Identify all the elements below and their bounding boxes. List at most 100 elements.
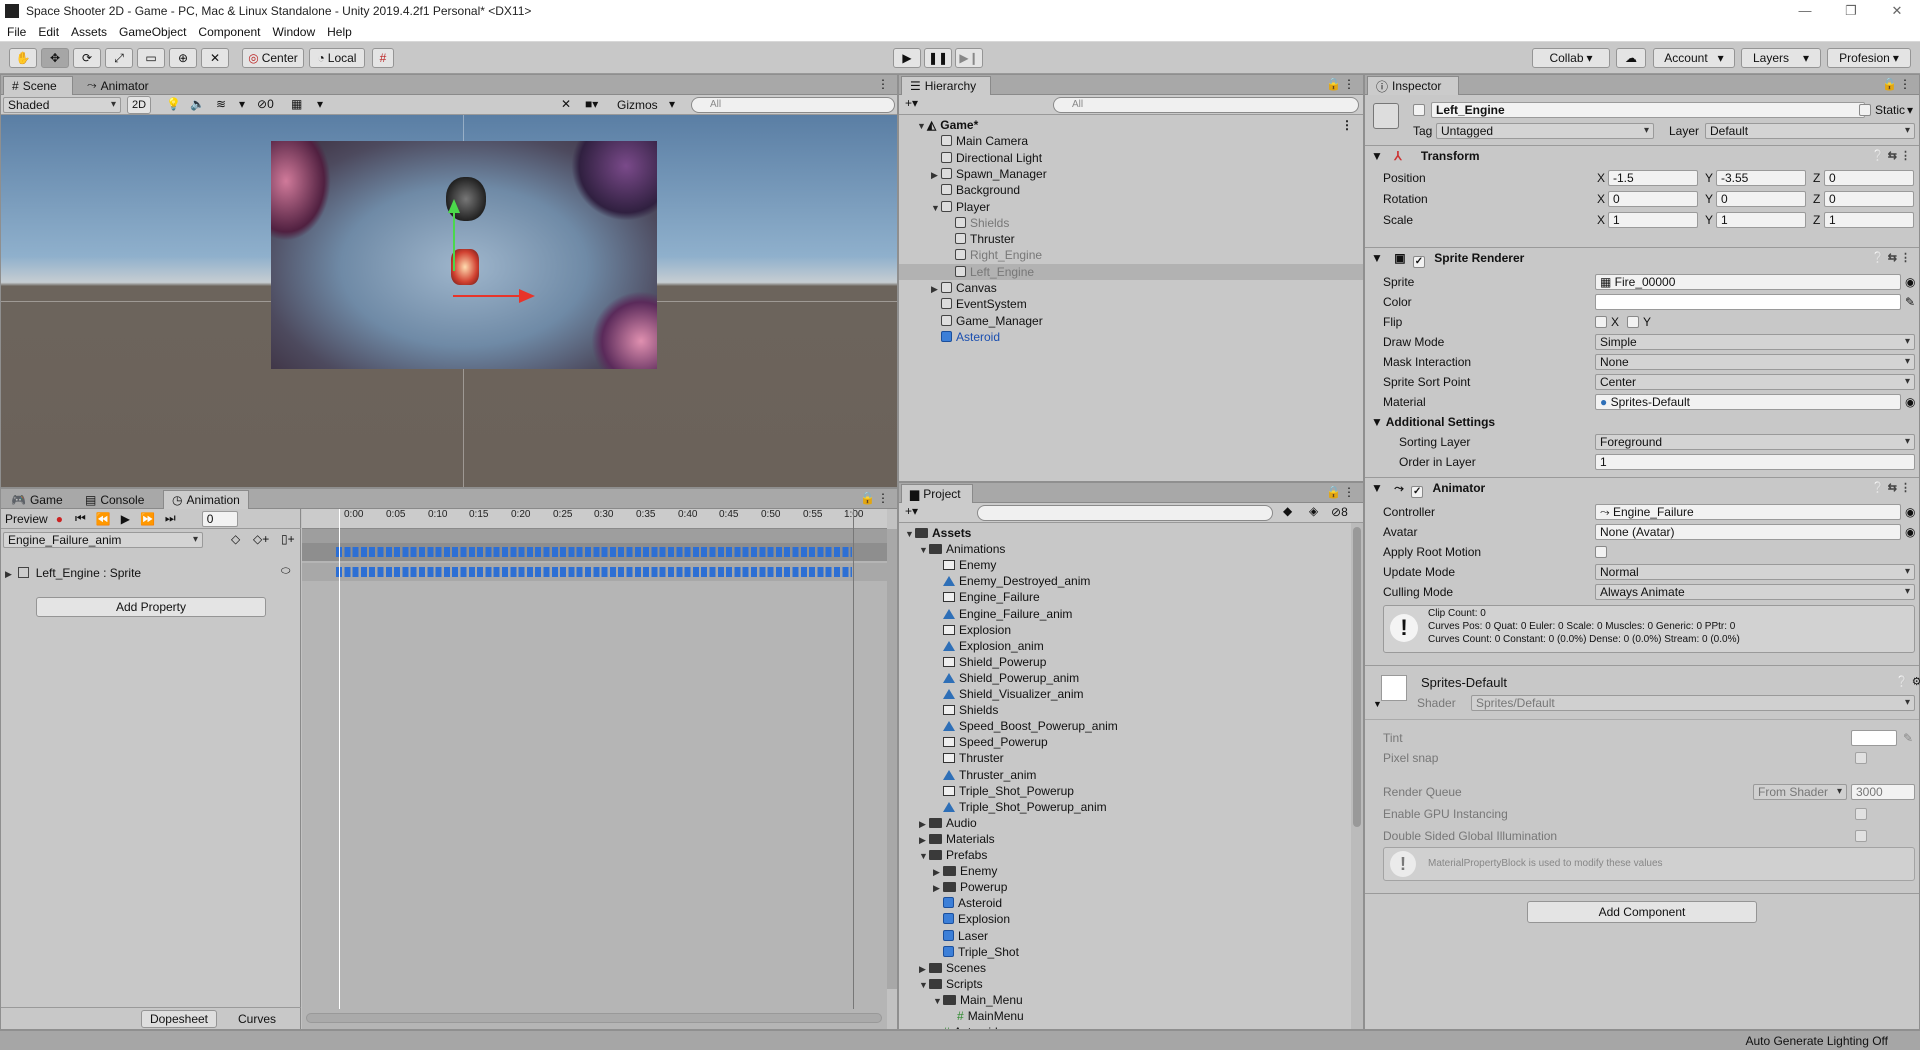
project-item[interactable]: ▶ Scenes: [899, 960, 1351, 976]
panel-menu-icon[interactable]: ⋮: [877, 491, 889, 505]
project-item[interactable]: Enemy_Destroyed_anim: [899, 573, 1351, 589]
hidden-packages-icon[interactable]: ⊘8: [1331, 505, 1348, 519]
hierarchy-item[interactable]: Game_Manager: [899, 313, 1363, 329]
panel-menu-icon[interactable]: ⋮: [1343, 485, 1355, 499]
collab-button[interactable]: Collab ▾: [1532, 48, 1610, 68]
pixel-snap-checkbox[interactable]: [1855, 752, 1867, 764]
eyedropper-icon[interactable]: ✎: [1905, 295, 1915, 309]
add-event-icon[interactable]: ◇+: [253, 532, 269, 546]
menu-help[interactable]: Help: [327, 25, 352, 39]
project-item[interactable]: # MainMenu: [899, 1008, 1351, 1024]
timeline-vertical-scrollbar[interactable]: [887, 529, 897, 989]
hierarchy-search-input[interactable]: All: [1053, 97, 1359, 113]
property-keyframes[interactable]: [336, 567, 852, 577]
hierarchy-item[interactable]: ▶ Spawn_Manager: [899, 166, 1363, 182]
expand-arrow-icon[interactable]: ▼: [919, 542, 929, 558]
expand-arrow-icon[interactable]: ▼: [931, 200, 941, 216]
animator-enabled-checkbox[interactable]: ✓: [1411, 486, 1424, 498]
menu-file[interactable]: File: [7, 25, 26, 39]
lighting-status[interactable]: Auto Generate Lighting Off: [1745, 1034, 1888, 1048]
object-name-field[interactable]: Left_Engine: [1431, 102, 1865, 118]
transform-y-input[interactable]: -3.55: [1716, 170, 1806, 186]
project-item[interactable]: ▼ Prefabs: [899, 847, 1351, 863]
project-item[interactable]: Thruster_anim: [899, 767, 1351, 783]
lock-icon[interactable]: 🔒: [1326, 485, 1341, 499]
tab-inspector[interactable]: ⓘ Inspector: [1367, 76, 1459, 95]
dopesheet-timeline[interactable]: 0:00 0:05 0:10 0:15 0:20 0:25 0:30 0:35 …: [302, 509, 887, 1029]
2d-mode-button[interactable]: 2D: [127, 96, 151, 114]
render-queue-input[interactable]: 3000: [1851, 784, 1915, 800]
move-gizmo-x-icon[interactable]: [519, 289, 535, 303]
scene-viewport[interactable]: [1, 115, 897, 487]
double-sided-gi-checkbox[interactable]: [1855, 830, 1867, 842]
chevron-down-icon[interactable]: ▼: [1371, 251, 1383, 265]
first-keyframe-icon[interactable]: ⏮: [75, 511, 86, 526]
gizmos-button[interactable]: Gizmos: [617, 98, 658, 112]
flip-x-checkbox[interactable]: [1595, 316, 1607, 328]
hierarchy-item[interactable]: Thruster: [899, 231, 1363, 247]
expand-arrow-icon[interactable]: ▶: [919, 961, 929, 977]
expand-arrow-icon[interactable]: ▼: [919, 977, 929, 993]
transform-x-input[interactable]: -1.5: [1608, 170, 1698, 186]
tag-dropdown[interactable]: Untagged: [1436, 123, 1654, 139]
grid-toggle-icon[interactable]: ▦: [291, 97, 302, 111]
mask-interaction-dropdown[interactable]: None: [1595, 354, 1915, 370]
move-tool-button[interactable]: ✥: [41, 48, 69, 68]
expand-arrow-icon[interactable]: ▶: [933, 880, 943, 896]
lock-icon[interactable]: 🔒: [1326, 77, 1341, 91]
transform-z-input[interactable]: 0: [1824, 170, 1914, 186]
clip-dropdown[interactable]: Engine_Failure_anim: [3, 532, 203, 548]
menu-window[interactable]: Window: [272, 25, 315, 39]
avatar-field[interactable]: None (Avatar): [1595, 524, 1901, 540]
component-menu-icons[interactable]: ❔ ⇆ ⋮: [1871, 146, 1911, 166]
expand-arrow-icon[interactable]: ▼: [905, 526, 915, 542]
gpu-instancing-checkbox[interactable]: [1855, 808, 1867, 820]
object-picker-icon[interactable]: ◉: [1905, 525, 1915, 539]
project-item[interactable]: Asteroid: [899, 895, 1351, 911]
project-search-input[interactable]: [977, 505, 1273, 521]
play-icon[interactable]: ▶: [121, 512, 130, 526]
time-ruler[interactable]: 0:00 0:05 0:10 0:15 0:20 0:25 0:30 0:35 …: [302, 509, 887, 529]
additional-settings-foldout[interactable]: ▼ Additional Settings: [1371, 415, 1495, 429]
transform-tool-button[interactable]: ⊕: [169, 48, 197, 68]
sorting-layer-dropdown[interactable]: Foreground: [1595, 434, 1915, 450]
property-keyframe-row[interactable]: [302, 563, 887, 581]
project-item[interactable]: Triple_Shot_Powerup_anim: [899, 799, 1351, 815]
panel-menu-icon[interactable]: ⋮: [1899, 77, 1911, 91]
material-menu-icons[interactable]: ❔ ⚙: [1895, 675, 1920, 688]
project-item[interactable]: Speed_Powerup: [899, 734, 1351, 750]
tab-scene[interactable]: # Scene: [3, 76, 73, 95]
layers-button[interactable]: Layers ▾: [1741, 48, 1821, 68]
tab-game[interactable]: 🎮 Game: [3, 490, 71, 509]
cloud-button[interactable]: ☁: [1616, 48, 1646, 68]
project-item[interactable]: Enemy: [899, 557, 1351, 573]
transform-y-input[interactable]: 1: [1716, 212, 1806, 228]
lock-icon[interactable]: 🔒: [1882, 77, 1897, 91]
component-menu-icons[interactable]: ❔ ⇆ ⋮: [1871, 478, 1911, 498]
hand-tool-button[interactable]: ✋: [9, 48, 37, 68]
project-item[interactable]: ▼ Assets: [899, 525, 1351, 541]
tab-hierarchy[interactable]: ☰ Hierarchy: [901, 76, 991, 95]
hidden-objects-icon[interactable]: ⊘0: [257, 97, 274, 111]
project-item[interactable]: Shield_Powerup_anim: [899, 670, 1351, 686]
add-property-button[interactable]: Add Property: [36, 597, 266, 617]
summary-keyframes[interactable]: [336, 547, 852, 557]
expand-arrow-icon[interactable]: ▼: [933, 993, 943, 1009]
step-button[interactable]: ▶❙: [955, 48, 983, 68]
pause-button[interactable]: ❚❚: [924, 48, 952, 68]
transform-z-input[interactable]: 0: [1824, 191, 1914, 207]
hierarchy-item[interactable]: ▼◭ Game* ⋮: [899, 117, 1363, 133]
sprite-renderer-enabled-checkbox[interactable]: ✓: [1412, 256, 1425, 268]
object-picker-icon[interactable]: ◉: [1905, 505, 1915, 519]
rotate-tool-button[interactable]: ⟳: [73, 48, 101, 68]
expand-arrow-icon[interactable]: ▶: [933, 864, 943, 880]
add-component-button[interactable]: Add Component: [1527, 901, 1757, 923]
shading-mode-dropdown[interactable]: Shaded: [3, 97, 121, 113]
chevron-down-icon[interactable]: ▼: [1373, 699, 1382, 709]
event-row[interactable]: [302, 529, 887, 543]
project-item[interactable]: Explosion: [899, 911, 1351, 927]
project-item[interactable]: ▶ Audio: [899, 815, 1351, 831]
project-item[interactable]: Laser: [899, 928, 1351, 944]
layer-dropdown[interactable]: Default: [1705, 123, 1915, 139]
transform-z-input[interactable]: 1: [1824, 212, 1914, 228]
